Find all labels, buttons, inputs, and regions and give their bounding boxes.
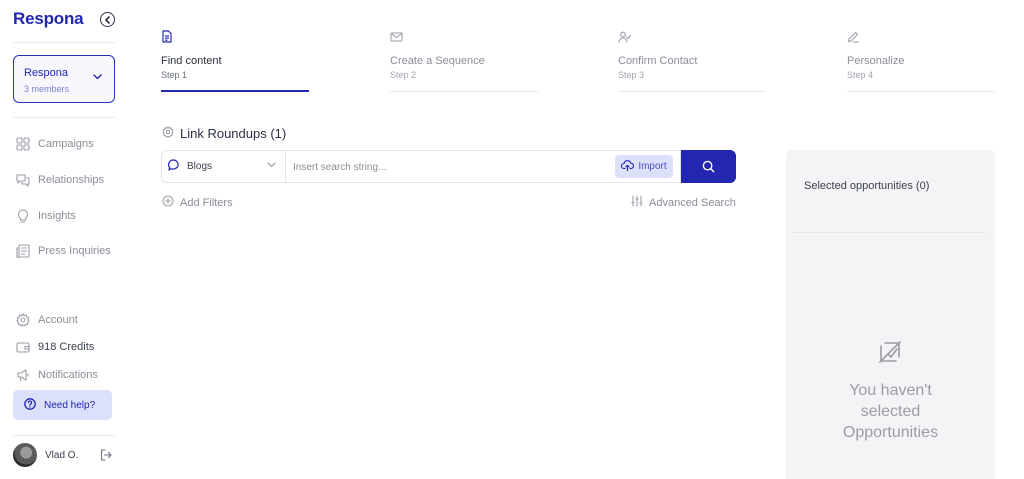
megaphone-icon: [15, 368, 30, 383]
pencil-icon: [847, 30, 860, 48]
divider: [794, 232, 986, 233]
gear-icon: [15, 313, 30, 328]
user-check-icon: [618, 30, 632, 48]
document-icon: [161, 30, 173, 48]
bulb-icon: [15, 209, 30, 224]
step-progress-line: [618, 91, 766, 92]
gear-icon[interactable]: [162, 126, 174, 141]
nav-label: Relationships: [38, 174, 105, 186]
divider: [13, 435, 116, 436]
comment-icon: [167, 159, 180, 174]
nav-press-inquiries[interactable]: Press Inquiries: [15, 242, 111, 260]
user-profile[interactable]: Vlad O.: [13, 443, 116, 467]
step-title: Find content: [161, 55, 222, 67]
envelope-icon: [390, 30, 403, 48]
need-help-label: Need help?: [44, 399, 96, 411]
step-progress-line: [390, 91, 538, 92]
search-icon: [702, 160, 715, 173]
divider: [13, 42, 116, 43]
advanced-search-label: Advanced Search: [649, 196, 736, 209]
team-members-count: 3 members: [24, 84, 70, 94]
avatar[interactable]: [13, 443, 37, 467]
section-title: Link Roundups (1): [162, 126, 286, 141]
source-select[interactable]: Blogs: [162, 151, 286, 182]
advanced-search-button[interactable]: Advanced Search: [631, 195, 736, 210]
selected-opportunities-panel: Selected opportunities (0) You haven't s…: [786, 150, 995, 479]
panel-title: Selected opportunities (0): [804, 180, 930, 192]
team-switcher[interactable]: Respona 3 members: [13, 55, 115, 103]
step-progress-line: [161, 90, 309, 92]
step-title: Personalize: [847, 55, 905, 67]
need-help-button[interactable]: Need help?: [13, 390, 112, 420]
step-number: Step 1: [161, 70, 188, 80]
search-input[interactable]: [293, 157, 603, 177]
team-name: Respona: [24, 67, 69, 79]
nav-label: Notifications: [38, 369, 98, 381]
help-circle-icon: [24, 397, 36, 413]
nav-insights[interactable]: Insights: [15, 207, 76, 225]
step-number: Step 4: [847, 70, 874, 80]
step-create-sequence[interactable]: Create a Sequence Step 2: [390, 30, 538, 94]
step-confirm-contact[interactable]: Confirm Contact Step 3: [618, 30, 766, 94]
step-progress-line: [847, 91, 995, 92]
search-bar: Blogs Import: [161, 150, 681, 183]
empty-state-text: You haven't selected Opportunities: [842, 382, 939, 441]
nav-campaigns[interactable]: Campaigns: [15, 135, 94, 153]
grid-icon: [15, 137, 30, 152]
no-selection-icon: [878, 340, 902, 369]
search-button[interactable]: [681, 150, 736, 183]
nav-label: Insights: [38, 210, 76, 222]
app-logo[interactable]: Respona: [13, 9, 84, 29]
collapse-sidebar-button[interactable]: [100, 12, 115, 27]
nav-notifications[interactable]: Notifications: [15, 366, 98, 384]
chevron-left-icon: [104, 15, 110, 24]
nav-relationships[interactable]: Relationships: [15, 171, 104, 189]
user-name: Vlad O.: [45, 449, 79, 461]
step-personalize[interactable]: Personalize Step 4: [847, 30, 995, 94]
nav-label: Account: [38, 314, 78, 326]
divider: [13, 117, 116, 118]
nav-label: Campaigns: [38, 138, 94, 150]
chevron-down-icon: [93, 74, 102, 80]
sliders-icon: [631, 195, 643, 210]
cloud-upload-icon: [621, 159, 635, 174]
newspaper-icon: [15, 244, 30, 259]
step-number: Step 2: [390, 70, 417, 80]
import-button[interactable]: Import: [615, 155, 673, 178]
sidebar: Respona Respona 3 members Campaigns Rela…: [0, 0, 128, 479]
add-filters-label: Add Filters: [180, 196, 233, 209]
wallet-icon: [15, 340, 30, 355]
step-number: Step 3: [618, 70, 645, 80]
plus-circle-icon: [162, 195, 174, 210]
step-title: Create a Sequence: [390, 55, 485, 67]
step-find-content[interactable]: Find content Step 1: [161, 30, 309, 94]
nav-label: 918 Credits: [38, 341, 95, 353]
logout-icon[interactable]: [100, 448, 112, 466]
nav-label: Press Inquiries: [38, 245, 111, 257]
step-title: Confirm Contact: [618, 55, 698, 67]
source-select-value: Blogs: [187, 161, 213, 172]
import-label: Import: [638, 161, 667, 172]
chevron-down-icon: [267, 162, 276, 168]
nav-credits[interactable]: 918 Credits: [15, 338, 94, 356]
add-filters-button[interactable]: Add Filters: [162, 195, 233, 210]
section-title-label: Link Roundups (1): [180, 126, 287, 141]
nav-account[interactable]: Account: [15, 311, 78, 329]
chat-icon: [15, 173, 30, 188]
